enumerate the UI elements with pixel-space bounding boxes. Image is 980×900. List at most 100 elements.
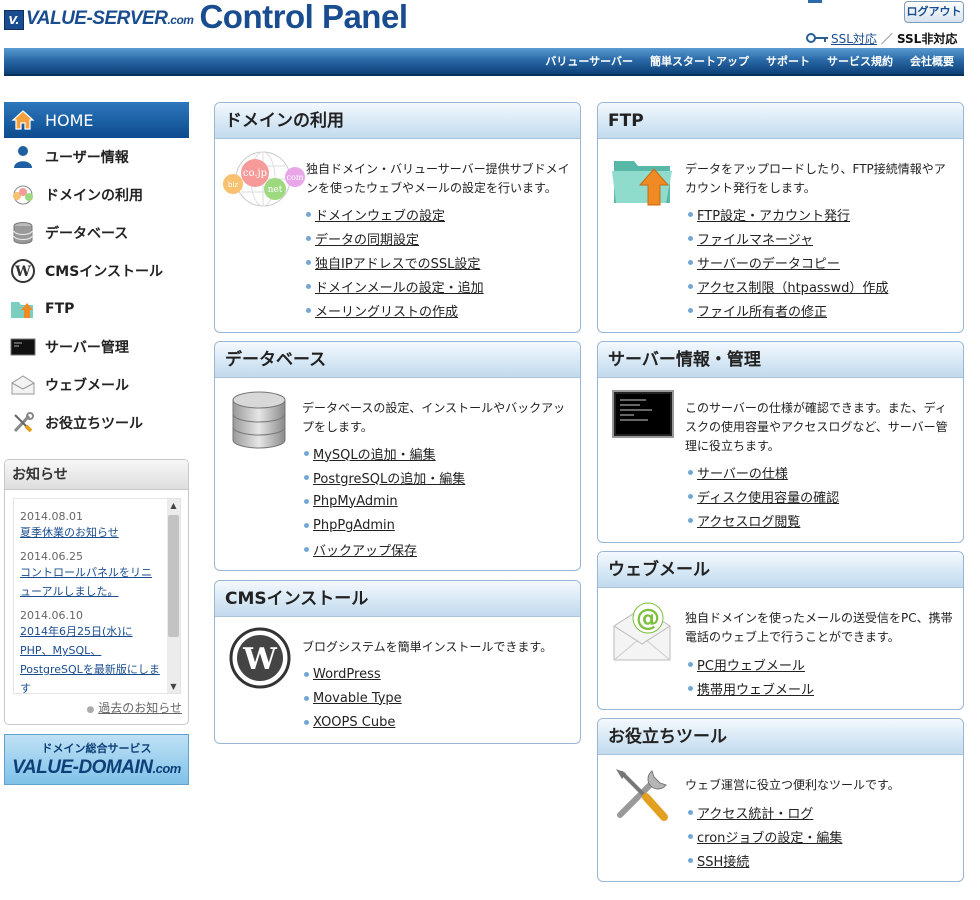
sidebar-item-home[interactable]: HOME bbox=[4, 102, 189, 138]
panel-title: データベース bbox=[215, 342, 580, 378]
past-news-link[interactable]: 過去のお知らせ bbox=[98, 701, 182, 715]
sidebar-item-user[interactable]: ユーザー情報 bbox=[4, 138, 189, 176]
bullet-icon bbox=[306, 211, 311, 217]
logo[interactable]: V. VALUE-SERVER.com Control Panel bbox=[4, 0, 408, 34]
panel-title: FTP bbox=[598, 103, 963, 139]
link-postgresql[interactable]: PostgreSQLの追加・編集 bbox=[313, 468, 465, 487]
panel-title: お役立ちツール bbox=[598, 719, 963, 755]
link-file-owner[interactable]: ファイル所有者の修正 bbox=[697, 301, 827, 320]
panel-tools: お役立ちツール ウェブ運営に役立つ便利なツールです。 アクセス統計・ログ cro… bbox=[597, 718, 964, 882]
bullet-icon bbox=[304, 498, 309, 504]
topnav-terms[interactable]: サービス規約 bbox=[827, 53, 893, 69]
bullet-icon bbox=[688, 833, 693, 839]
link-cron-jobs[interactable]: cronジョブの設定・編集 bbox=[697, 827, 842, 846]
panel-title: ウェブメール bbox=[598, 552, 963, 588]
scroll-thumb[interactable] bbox=[168, 515, 179, 637]
sidebar-item-label: サーバー管理 bbox=[45, 340, 129, 356]
sidebar-item-label: ウェブメール bbox=[45, 378, 129, 394]
link-server-spec[interactable]: サーバーの仕様 bbox=[697, 463, 788, 482]
list-item: アクセス制限（htpasswd）作成 bbox=[688, 274, 888, 298]
news-item-link[interactable]: 夏季休業のお知らせ bbox=[20, 523, 162, 542]
news-date: 2014.08.01 bbox=[20, 510, 83, 523]
sidebar-item-domain[interactable]: ドメインの利用 bbox=[4, 176, 189, 214]
banner-suffix: .com bbox=[152, 761, 182, 776]
banner-tagline: ドメイン総合サービス bbox=[41, 742, 152, 755]
list-item: PhpPgAdmin bbox=[304, 513, 465, 537]
link-server-data-copy[interactable]: サーバーのデータコピー bbox=[697, 253, 840, 272]
scroll-down-arrow-icon[interactable]: ▼ bbox=[167, 680, 180, 693]
bullet-icon bbox=[688, 235, 693, 241]
logo-brand: VALUE-SERVER.com bbox=[26, 8, 194, 30]
bullet-icon bbox=[304, 546, 309, 552]
panel-description: データをアップロードしたり、FTP接続情報やアカウント発行をします。 bbox=[685, 162, 946, 195]
sidebar-item-label: ドメインの利用 bbox=[45, 188, 143, 204]
mail-icon bbox=[10, 372, 36, 398]
list-item: サーバーの仕様 bbox=[688, 460, 839, 484]
news-item-link[interactable]: コントロールパネルをリニューアルしました。 bbox=[20, 563, 162, 601]
list-item: ディスク使用容量の確認 bbox=[688, 484, 839, 508]
link-movable-type[interactable]: Movable Type bbox=[313, 691, 402, 706]
sidebar-item-database[interactable]: データベース bbox=[4, 214, 189, 252]
link-xoops-cube[interactable]: XOOPS Cube bbox=[313, 715, 395, 730]
sidebar-item-webmail[interactable]: ウェブメール bbox=[4, 366, 189, 404]
link-disk-usage[interactable]: ディスク使用容量の確認 bbox=[697, 487, 839, 506]
link-domain-web[interactable]: ドメインウェブの設定 bbox=[315, 205, 445, 224]
link-wordpress[interactable]: WordPress bbox=[313, 667, 381, 682]
scroll-up-arrow-icon[interactable]: ▲ bbox=[167, 499, 180, 512]
topnav-startup[interactable]: 簡単スタートアップ bbox=[650, 53, 749, 69]
domain-icon bbox=[10, 182, 36, 208]
bullet-icon: ● bbox=[86, 705, 95, 715]
ssl-on-link[interactable]: SSL対応 bbox=[831, 30, 877, 47]
list-item: バックアップ保存 bbox=[304, 537, 465, 561]
link-pc-webmail[interactable]: PC用ウェブメール bbox=[697, 655, 805, 674]
bullet-icon bbox=[688, 661, 693, 667]
svg-text:W: W bbox=[14, 264, 31, 280]
link-ssh[interactable]: SSH接続 bbox=[697, 851, 749, 870]
logout-button[interactable]: ログアウト bbox=[904, 1, 964, 23]
panel-database: データベース データベースの設定、インストールやバックアップをします。 MySQ… bbox=[214, 341, 581, 571]
list-item: Movable Type bbox=[304, 686, 402, 710]
news-list[interactable]: 2014.08.01 夏季休業のお知らせ 2014.06.25 コントロールパネ… bbox=[13, 498, 181, 694]
link-mysql[interactable]: MySQLの追加・編集 bbox=[313, 444, 436, 463]
link-ftp-account[interactable]: FTP設定・アカウント発行 bbox=[697, 205, 850, 224]
link-access-log[interactable]: アクセスログ閲覧 bbox=[697, 511, 800, 530]
link-domain-mail[interactable]: ドメインメールの設定・追加 bbox=[315, 277, 484, 296]
sidebar-item-ftp[interactable]: FTP bbox=[4, 290, 189, 328]
news-box: お知らせ 2014.08.01 夏季休業のお知らせ 2014.06.25 コント… bbox=[4, 459, 189, 725]
sidebar-item-tools[interactable]: お役立ちツール bbox=[4, 404, 189, 442]
link-access-stats[interactable]: アクセス統計・ログ bbox=[697, 803, 813, 822]
panel-description: 独自ドメインを使ったメールの送受信をPC、携帯電話のウェブ上で行うことができます… bbox=[685, 611, 953, 644]
value-domain-banner[interactable]: ドメイン総合サービス VALUE-DOMAIN.com bbox=[4, 734, 189, 785]
topnav-value-server[interactable]: バリューサーバー bbox=[545, 53, 633, 69]
link-phppgadmin[interactable]: PhpPgAdmin bbox=[313, 518, 395, 533]
list-item: ファイル所有者の修正 bbox=[688, 298, 888, 322]
link-mobile-webmail[interactable]: 携帯用ウェブメール bbox=[697, 679, 814, 698]
link-file-manager[interactable]: ファイルマネージャ bbox=[697, 229, 813, 248]
key-icon bbox=[806, 32, 828, 44]
bullet-icon bbox=[688, 517, 693, 523]
sidebar-item-cms[interactable]: W CMSインストール bbox=[4, 252, 189, 290]
wordpress-logo-icon: W bbox=[229, 627, 291, 689]
svg-text:net: net bbox=[268, 185, 283, 195]
list-item: データの同期設定 bbox=[306, 226, 484, 250]
link-backup[interactable]: バックアップ保存 bbox=[313, 540, 417, 559]
bullet-icon bbox=[304, 450, 309, 456]
domain-globe-icon: biz co.jp net com bbox=[219, 149, 307, 209]
topnav-company[interactable]: 会社概要 bbox=[910, 53, 954, 69]
panel-link-list: サーバーの仕様 ディスク使用容量の確認 アクセスログ閲覧 bbox=[688, 460, 839, 532]
link-mailing-list[interactable]: メーリングリストの作成 bbox=[315, 301, 458, 320]
webmail-at-icon: @ bbox=[610, 598, 674, 664]
news-scrollbar[interactable]: ▲ ▼ bbox=[167, 499, 180, 693]
list-item: PostgreSQLの追加・編集 bbox=[304, 465, 465, 489]
panel-link-list: FTP設定・アカウント発行 ファイルマネージャ サーバーのデータコピー アクセス… bbox=[688, 202, 888, 322]
sidebar-item-server[interactable]: サーバー管理 bbox=[4, 328, 189, 366]
link-htpasswd[interactable]: アクセス制限（htpasswd）作成 bbox=[697, 277, 888, 296]
list-item: PhpMyAdmin bbox=[304, 489, 465, 513]
link-ip-ssl[interactable]: 独自IPアドレスでのSSL設定 bbox=[315, 253, 480, 272]
link-data-sync[interactable]: データの同期設定 bbox=[315, 229, 419, 248]
topnav-support[interactable]: サポート bbox=[766, 53, 810, 69]
panel-description: データベースの設定、インストールやバックアップをします。 bbox=[302, 401, 566, 434]
news-item-link[interactable]: 2014年6月25日(水)にPHP、MySQL、PostgreSQLを最新版にし… bbox=[20, 622, 162, 693]
link-phpmyadmin[interactable]: PhpMyAdmin bbox=[313, 494, 398, 509]
list-item: 独自IPアドレスでのSSL設定 bbox=[306, 250, 484, 274]
